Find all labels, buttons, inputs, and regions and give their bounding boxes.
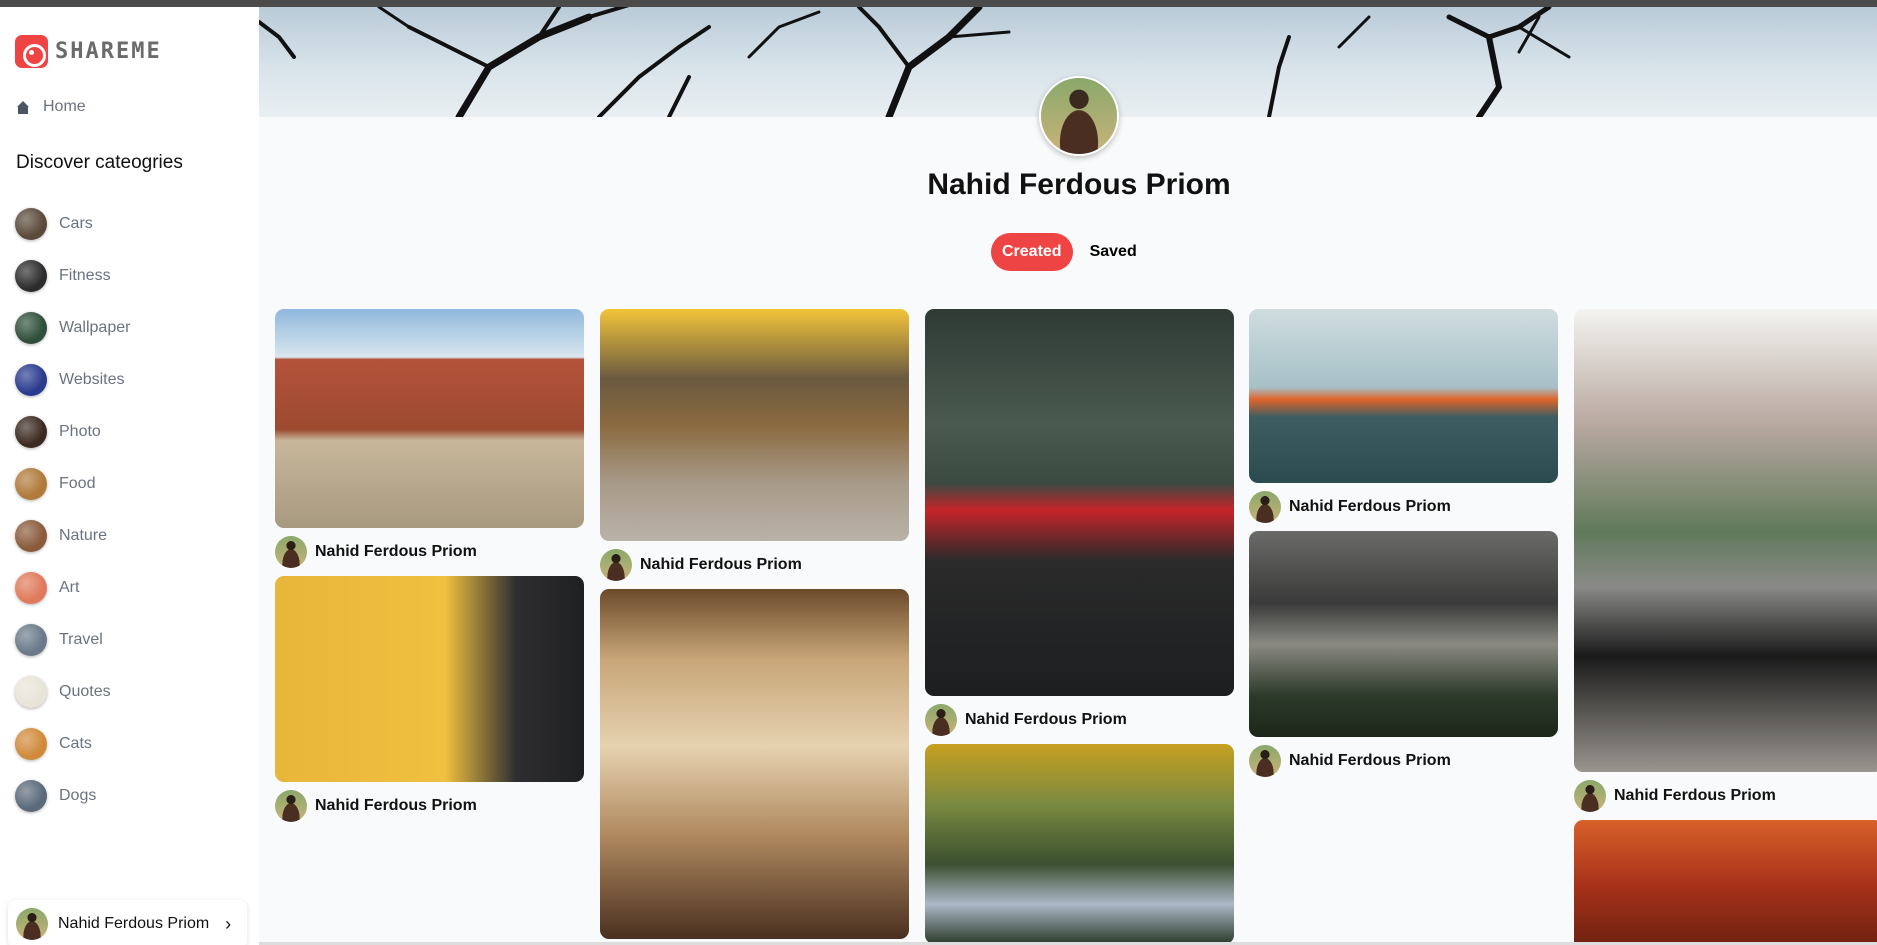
category-thumbnail bbox=[15, 520, 47, 552]
sidebar-item-category[interactable]: Dogs bbox=[15, 770, 130, 822]
category-label: Quotes bbox=[59, 683, 111, 700]
pin-card[interactable]: Nahid Ferdous Priom bbox=[275, 309, 584, 568]
category-label: Travel bbox=[59, 631, 103, 648]
category-thumbnail bbox=[15, 572, 47, 604]
user-profile-link[interactable]: Nahid Ferdous Priom › bbox=[8, 900, 247, 945]
avatar bbox=[600, 549, 632, 581]
pin-card[interactable] bbox=[600, 589, 909, 939]
category-label: Photo bbox=[59, 423, 101, 440]
category-label: Art bbox=[59, 579, 80, 596]
category-thumbnail bbox=[15, 728, 47, 760]
category-thumbnail bbox=[15, 364, 47, 396]
pin-author[interactable]: Nahid Ferdous Priom bbox=[925, 704, 1234, 736]
pin-author[interactable]: Nahid Ferdous Priom bbox=[275, 790, 584, 822]
pin-image[interactable] bbox=[925, 744, 1234, 944]
sidebar-item-category[interactable]: Websites bbox=[15, 354, 130, 406]
avatar bbox=[925, 704, 957, 736]
pin-author[interactable]: Nahid Ferdous Priom bbox=[1574, 780, 1877, 812]
pin-card[interactable] bbox=[1574, 820, 1877, 945]
camera-logo-icon bbox=[15, 35, 48, 68]
profile-tabs: Created Saved bbox=[991, 233, 1137, 271]
pin-author[interactable]: Nahid Ferdous Priom bbox=[275, 536, 584, 568]
pin-image[interactable] bbox=[275, 576, 584, 782]
pin-card[interactable]: Nahid Ferdous Priom bbox=[1574, 309, 1877, 812]
category-label: Cars bbox=[59, 215, 93, 232]
tab-created[interactable]: Created bbox=[991, 233, 1073, 271]
pin-author-name: Nahid Ferdous Priom bbox=[1289, 498, 1451, 515]
category-label: Dogs bbox=[59, 787, 97, 804]
category-thumbnail bbox=[15, 468, 47, 500]
category-thumbnail bbox=[15, 208, 47, 240]
pin-image[interactable] bbox=[600, 589, 909, 939]
sidebar-item-category[interactable]: Cats bbox=[15, 718, 130, 770]
pin-card[interactable]: Nahid Ferdous Priom bbox=[600, 309, 909, 581]
pin-author-name: Nahid Ferdous Priom bbox=[315, 543, 477, 560]
pin-author-name: Nahid Ferdous Priom bbox=[1289, 752, 1451, 769]
avatar bbox=[1574, 780, 1606, 812]
avatar bbox=[275, 790, 307, 822]
pin-image[interactable] bbox=[925, 309, 1234, 696]
sidebar-item-category[interactable]: Travel bbox=[15, 614, 130, 666]
sidebar-item-category[interactable]: Quotes bbox=[15, 666, 130, 718]
sidebar: SHAREME Home Discover cateogries Cars Fit… bbox=[0, 7, 259, 945]
category-list: Cars Fitness Wallpaper Websites Photo Food Nat… bbox=[15, 198, 130, 822]
category-label: Food bbox=[59, 475, 96, 492]
sidebar-item-category[interactable]: Fitness bbox=[15, 250, 130, 302]
tab-saved[interactable]: Saved bbox=[1090, 233, 1137, 271]
pin-author[interactable]: Nahid Ferdous Priom bbox=[600, 549, 909, 581]
pin-image[interactable] bbox=[600, 309, 909, 541]
category-thumbnail bbox=[15, 624, 47, 656]
pin-author-name: Nahid Ferdous Priom bbox=[1614, 787, 1776, 804]
logo-text: SHAREME bbox=[55, 39, 162, 64]
category-label: Cats bbox=[59, 735, 92, 752]
sidebar-item-category[interactable]: Cars bbox=[15, 198, 130, 250]
pin-card[interactable]: Nahid Ferdous Priom bbox=[925, 309, 1234, 736]
pin-card[interactable]: Nahid Ferdous Priom bbox=[275, 576, 584, 822]
pin-card[interactable]: Nahid Ferdous Priom bbox=[1249, 309, 1558, 523]
pin-author-name: Nahid Ferdous Priom bbox=[965, 711, 1127, 728]
pin-image[interactable] bbox=[1574, 309, 1877, 772]
category-thumbnail bbox=[15, 416, 47, 448]
sidebar-item-category[interactable]: Nature bbox=[15, 510, 130, 562]
category-label: Websites bbox=[59, 371, 125, 388]
category-thumbnail bbox=[15, 260, 47, 292]
pin-author-name: Nahid Ferdous Priom bbox=[315, 797, 477, 814]
sidebar-item-category[interactable]: Food bbox=[15, 458, 130, 510]
sidebar-item-home[interactable]: Home bbox=[16, 98, 86, 116]
avatar bbox=[275, 536, 307, 568]
profile-avatar bbox=[1039, 76, 1119, 156]
app-logo[interactable]: SHAREME bbox=[15, 35, 162, 68]
category-label: Wallpaper bbox=[59, 319, 131, 336]
window-top-strip bbox=[0, 0, 1877, 7]
pin-image[interactable] bbox=[275, 309, 584, 528]
avatar bbox=[1249, 491, 1281, 523]
pin-author-name: Nahid Ferdous Priom bbox=[640, 556, 802, 573]
sidebar-item-label: Home bbox=[43, 98, 86, 115]
pin-author[interactable]: Nahid Ferdous Priom bbox=[1249, 491, 1558, 523]
chevron-right-icon: › bbox=[225, 913, 232, 934]
pin-image[interactable] bbox=[1249, 531, 1558, 737]
pin-author[interactable]: Nahid Ferdous Priom bbox=[1249, 745, 1558, 777]
avatar bbox=[1249, 745, 1281, 777]
sidebar-item-category[interactable]: Wallpaper bbox=[15, 302, 130, 354]
category-thumbnail bbox=[15, 312, 47, 344]
avatar bbox=[16, 908, 48, 940]
pin-card[interactable] bbox=[925, 744, 1234, 944]
sidebar-item-category[interactable]: Photo bbox=[15, 406, 130, 458]
user-name: Nahid Ferdous Priom bbox=[58, 915, 210, 932]
home-icon bbox=[16, 100, 29, 114]
sidebar-item-category[interactable]: Art bbox=[15, 562, 130, 614]
category-label: Nature bbox=[59, 527, 108, 544]
profile-name: Nahid Ferdous Priom bbox=[927, 168, 1231, 201]
pin-image[interactable] bbox=[1574, 820, 1877, 945]
pin-image[interactable] bbox=[1249, 309, 1558, 483]
category-thumbnail bbox=[15, 676, 47, 708]
pin-card[interactable]: Nahid Ferdous Priom bbox=[1249, 531, 1558, 777]
category-thumbnail bbox=[15, 780, 47, 812]
category-label: Fitness bbox=[59, 267, 111, 284]
